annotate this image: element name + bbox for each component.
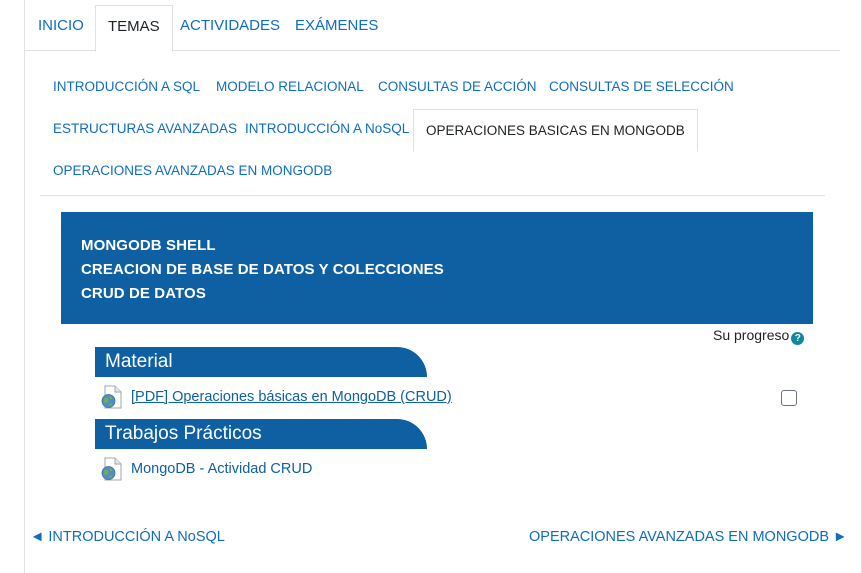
tab-inicio[interactable]: INICIO	[38, 0, 84, 51]
tab-temas[interactable]: TEMAS	[95, 5, 173, 52]
summary-line: CREACION DE BASE DE DATOS Y COLECCIONES	[81, 261, 444, 278]
progress-label: Su progreso	[713, 327, 790, 343]
subtab-modelo-relacional[interactable]: MODELO RELACIONAL	[216, 67, 364, 107]
section-label-trabajos-practicos: Trabajos Prácticos	[95, 419, 427, 449]
tab-actividades[interactable]: ACTIVIDADES	[180, 0, 280, 51]
activity-link[interactable]: [PDF] Operaciones básicas en MongoDB (CR…	[131, 389, 452, 405]
subtab-introduccion-nosql[interactable]: INTRODUCCIÓN A NoSQL	[245, 109, 409, 149]
file-globe-icon	[100, 385, 124, 409]
section-summary-banner: MONGODB SHELL CREACION DE BASE DE DATOS …	[61, 212, 813, 324]
help-icon[interactable]: ?	[791, 332, 805, 345]
subtab-consultas-seleccion[interactable]: CONSULTAS DE SELECCIÓN	[549, 67, 734, 107]
subtab-operaciones-avanzadas-mongodb[interactable]: OPERACIONES AVANZADAS EN MONGODB	[53, 151, 332, 191]
summary-line: CRUD DE DATOS	[81, 285, 206, 302]
sub-tabs: INTRODUCCIÓN A SQL MODELO RELACIONAL CON…	[40, 66, 825, 196]
progress-indicator: Su progreso?	[713, 327, 805, 345]
next-section-link[interactable]: OPERACIONES AVANZADAS EN MONGODB ►	[529, 529, 847, 545]
activity-pdf-operaciones[interactable]: [PDF] Operaciones básicas en MongoDB (CR…	[100, 385, 452, 409]
section-label-text: Trabajos Prácticos	[105, 423, 262, 444]
top-tabs: INICIO TEMAS ACTIVIDADES EXÁMENES	[24, 0, 840, 52]
subtab-consultas-accion[interactable]: CONSULTAS DE ACCIÓN	[378, 67, 537, 107]
file-globe-icon	[100, 457, 124, 481]
section-label-material: Material	[95, 347, 427, 377]
tab-examenes[interactable]: EXÁMENES	[295, 0, 378, 51]
subtab-estructuras-avanzadas[interactable]: ESTRUCTURAS AVANZADAS	[53, 109, 237, 149]
activity-mongodb-crud[interactable]: MongoDB - Actividad CRUD	[100, 457, 312, 481]
completion-checkbox[interactable]	[781, 390, 797, 406]
subtab-introduccion-sql[interactable]: INTRODUCCIÓN A SQL	[53, 67, 200, 107]
prev-section-link[interactable]: ◄ INTRODUCCIÓN A NoSQL	[30, 529, 225, 545]
subtab-operaciones-basicas-mongodb[interactable]: OPERACIONES BASICAS EN MONGODB	[413, 109, 698, 152]
summary-line: MONGODB SHELL	[81, 237, 216, 254]
section-label-text: Material	[105, 351, 173, 372]
activity-link[interactable]: MongoDB - Actividad CRUD	[131, 461, 312, 477]
